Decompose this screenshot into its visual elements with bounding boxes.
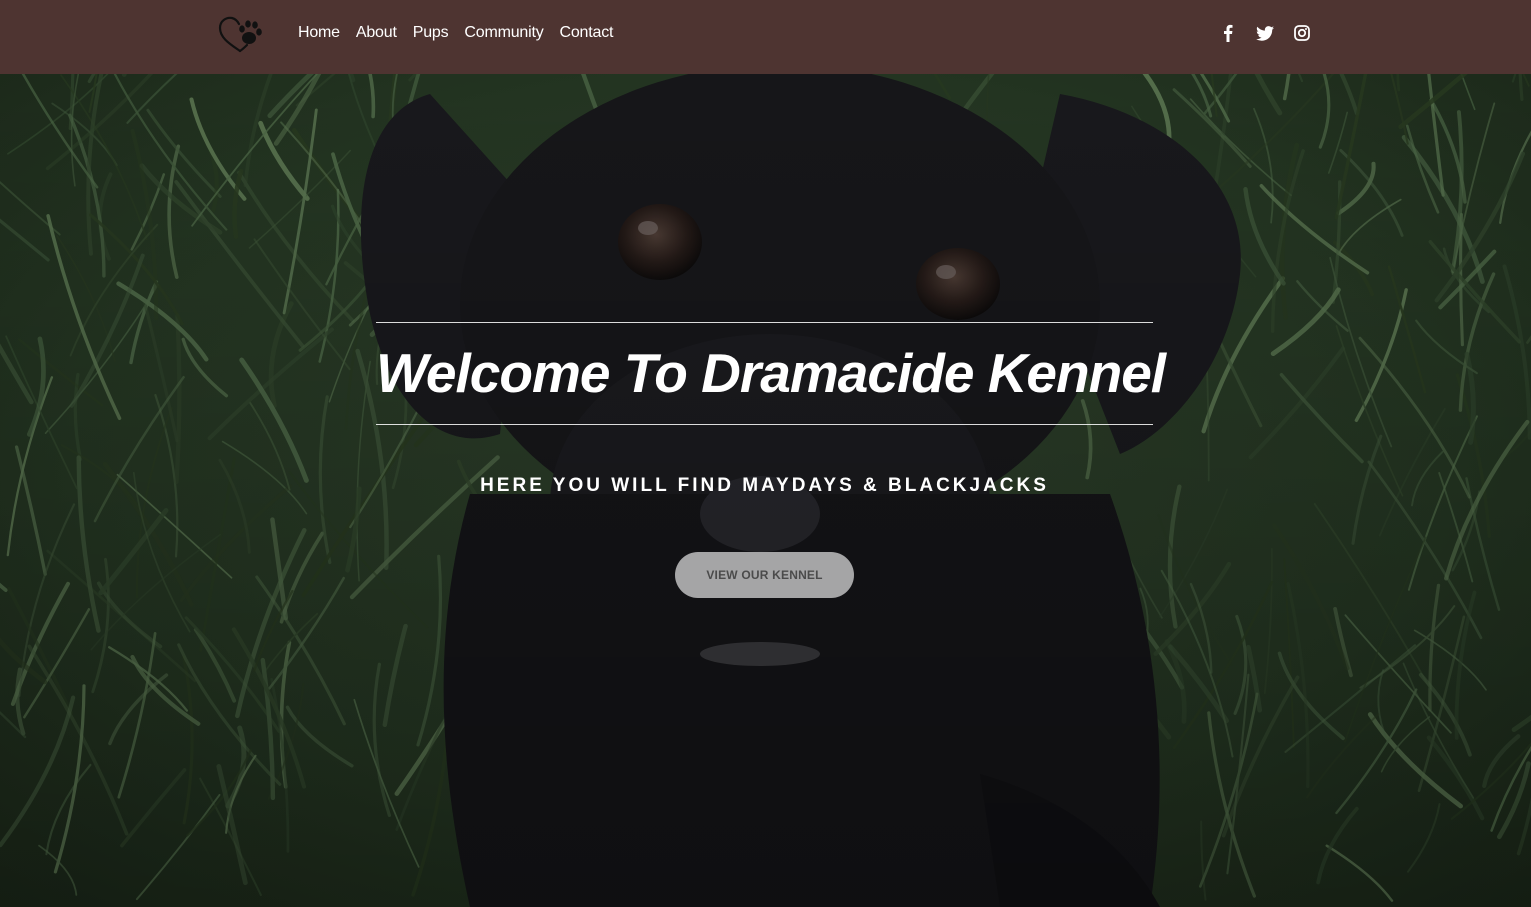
nav-community[interactable]: Community (464, 24, 543, 41)
title-top-rule (376, 322, 1153, 323)
instagram-icon (1294, 25, 1310, 41)
main-nav: Home About Pups Community Contact (298, 23, 613, 43)
view-kennel-button[interactable]: VIEW OUR KENNEL (675, 552, 854, 598)
page: Welcome To Dramacide Kennel HERE YOU WIL… (0, 0, 1531, 907)
hero-content: Welcome To Dramacide Kennel HERE YOU WIL… (376, 322, 1166, 598)
facebook-icon (1224, 24, 1233, 42)
nav-pups[interactable]: Pups (413, 24, 449, 41)
hero-title: Welcome To Dramacide Kennel (376, 342, 1166, 404)
title-bottom-rule (376, 424, 1153, 425)
instagram-link[interactable] (1292, 22, 1312, 44)
navbar: Home About Pups Community Contact (0, 0, 1531, 74)
twitter-icon (1256, 25, 1274, 41)
facebook-link[interactable] (1218, 22, 1238, 44)
hero-section: Welcome To Dramacide Kennel HERE YOU WIL… (0, 74, 1531, 907)
nav-contact[interactable]: Contact (560, 24, 614, 41)
nav-home[interactable]: Home (298, 24, 340, 41)
heart-paw-icon (218, 16, 262, 53)
hero-subtitle: HERE YOU WILL FIND MAYDAYS & BLACKJACKS (480, 475, 1049, 496)
nav-about[interactable]: About (356, 24, 397, 41)
logo-link[interactable] (218, 14, 264, 54)
social-links (1218, 22, 1312, 44)
twitter-link[interactable] (1255, 22, 1275, 44)
